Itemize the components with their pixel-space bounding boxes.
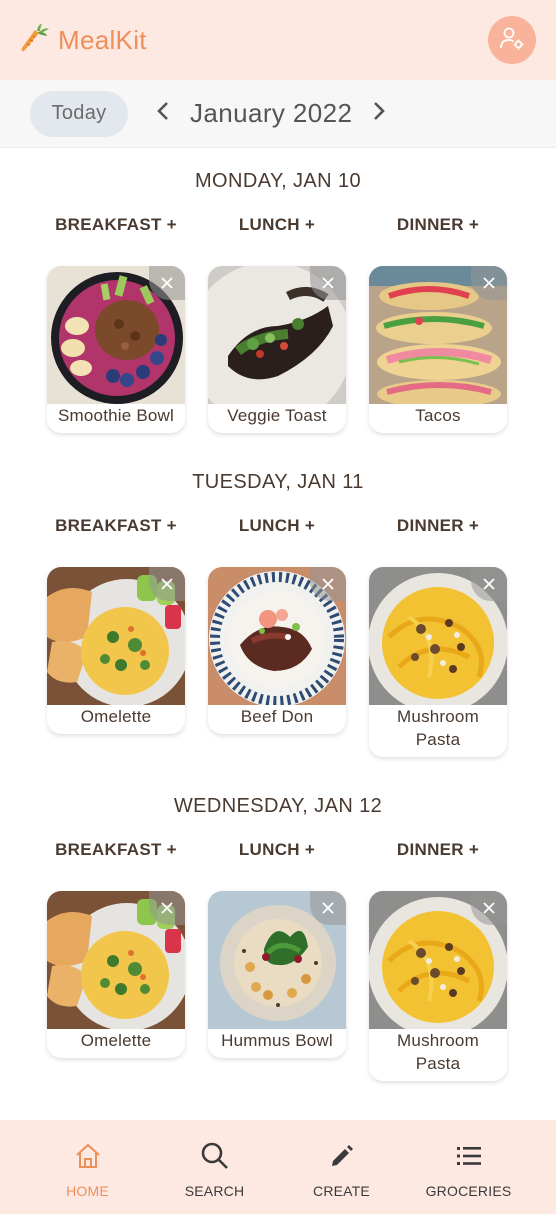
meal-card[interactable]: Hummus Bowl xyxy=(208,891,346,1058)
home-icon xyxy=(74,1140,102,1172)
nav-search[interactable]: SEARCH xyxy=(151,1120,278,1214)
list-icon xyxy=(456,1140,482,1172)
veggie-toast-photo xyxy=(208,266,346,404)
add-lunch-button[interactable]: LUNCH + xyxy=(197,215,357,235)
meal-type-label: LUNCH xyxy=(238,840,300,859)
bottom-navigation: HOME SEARCH CREATE GROCERIES xyxy=(0,1120,556,1214)
meal-type-label: BREAKFAST xyxy=(55,840,162,859)
meal-name: Mushroom Pasta xyxy=(397,707,479,749)
add-breakfast-button[interactable]: BREAKFAST + xyxy=(36,840,196,860)
app-name: MealKit xyxy=(58,24,147,55)
day-title: MONDAY, JAN 10 xyxy=(194,170,362,192)
close-icon xyxy=(321,901,335,915)
month-title: January 2022 xyxy=(190,98,353,128)
chevron-right-icon xyxy=(372,100,386,127)
plus-icon: + xyxy=(468,215,480,234)
meal-card[interactable]: Smoothie Bowl xyxy=(47,266,185,433)
close-icon xyxy=(321,276,335,290)
tacos-photo xyxy=(369,266,507,404)
close-icon xyxy=(160,901,174,915)
plus-icon: + xyxy=(304,840,316,859)
day-title: TUESDAY, JAN 11 xyxy=(192,471,364,493)
meal-type-label: BREAKFAST xyxy=(55,516,162,535)
meal-type-label: LUNCH xyxy=(238,516,300,535)
omelette-photo xyxy=(47,891,185,1029)
next-month-button[interactable] xyxy=(366,101,392,127)
day-title: WEDNESDAY, JAN 12 xyxy=(173,795,383,817)
mushroom-pasta-photo xyxy=(369,891,507,1029)
add-lunch-button[interactable]: LUNCH + xyxy=(197,840,357,860)
nav-label: GROCERIES xyxy=(425,1183,512,1199)
nav-label: HOME xyxy=(66,1183,109,1199)
profile-button[interactable] xyxy=(488,16,536,64)
plus-icon: + xyxy=(166,516,177,535)
beef-don-photo xyxy=(208,567,346,705)
meal-card[interactable]: Mushroom Pasta xyxy=(369,567,507,757)
meal-name: Mushroom Pasta xyxy=(397,1031,479,1073)
carrot-logo-icon xyxy=(18,22,50,59)
meal-type-label: DINNER xyxy=(396,516,464,535)
user-settings-icon xyxy=(499,25,525,56)
close-icon xyxy=(160,276,174,290)
close-icon xyxy=(160,577,174,591)
add-dinner-button[interactable]: DINNER + xyxy=(358,516,518,536)
date-navigation-bar: Today January 2022 xyxy=(0,80,556,148)
meal-card[interactable]: Tacos xyxy=(369,266,507,433)
close-icon xyxy=(321,577,335,591)
nav-home[interactable]: HOME xyxy=(24,1120,151,1214)
nav-label: CREATE xyxy=(313,1183,370,1199)
meal-type-label: LUNCH xyxy=(238,215,300,234)
app-header: MealKit xyxy=(0,0,556,80)
search-icon xyxy=(200,1140,230,1172)
plus-icon: + xyxy=(468,516,480,535)
omelette-photo xyxy=(47,567,185,705)
meal-name: Hummus Bowl xyxy=(221,1031,333,1050)
pencil-icon xyxy=(329,1140,355,1172)
add-breakfast-button[interactable]: BREAKFAST + xyxy=(36,215,196,235)
nav-create[interactable]: CREATE xyxy=(278,1120,405,1214)
plus-icon: + xyxy=(304,215,316,234)
meal-name: Omelette xyxy=(80,707,152,726)
meal-type-label: BREAKFAST xyxy=(55,215,162,234)
hummus-bowl-photo xyxy=(208,891,346,1029)
close-icon xyxy=(482,577,496,591)
meal-name: Omelette xyxy=(80,1031,152,1050)
plus-icon: + xyxy=(468,840,480,859)
add-dinner-button[interactable]: DINNER + xyxy=(358,840,518,860)
meal-card[interactable]: Omelette xyxy=(47,891,185,1058)
meal-card[interactable]: Mushroom Pasta xyxy=(369,891,507,1081)
meal-card[interactable]: Beef Don xyxy=(208,567,346,734)
meal-name: Beef Don xyxy=(240,707,314,726)
add-dinner-button[interactable]: DINNER + xyxy=(358,215,518,235)
chevron-left-icon xyxy=(156,100,170,127)
add-breakfast-button[interactable]: BREAKFAST + xyxy=(36,516,196,536)
plus-icon: + xyxy=(304,516,316,535)
meal-card[interactable]: Omelette xyxy=(47,567,185,734)
meal-name: Tacos xyxy=(415,406,461,425)
plus-icon: + xyxy=(166,215,177,234)
brand: MealKit xyxy=(18,22,147,59)
close-icon xyxy=(482,276,496,290)
meal-type-label: DINNER xyxy=(396,840,464,859)
smoothie-bowl-photo xyxy=(47,266,185,404)
nav-groceries[interactable]: GROCERIES xyxy=(405,1120,532,1214)
plus-icon: + xyxy=(166,840,177,859)
today-button[interactable]: Today xyxy=(30,90,128,137)
previous-month-button[interactable] xyxy=(150,101,176,127)
meal-card[interactable]: Veggie Toast xyxy=(208,266,346,433)
meal-name: Smoothie Bowl xyxy=(58,406,174,425)
close-icon xyxy=(482,901,496,915)
nav-label: SEARCH xyxy=(184,1183,245,1199)
meal-name: Veggie Toast xyxy=(227,406,327,425)
mushroom-pasta-photo xyxy=(369,567,507,705)
add-lunch-button[interactable]: LUNCH + xyxy=(197,516,357,536)
meal-type-label: DINNER xyxy=(396,215,464,234)
